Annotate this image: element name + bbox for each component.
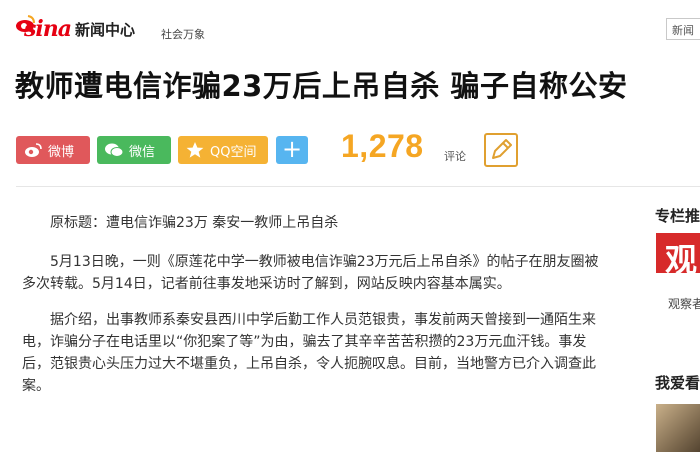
brand-subtitle: 新闻中心 [75, 21, 136, 39]
share-wechat-label: 微信 [129, 144, 156, 160]
share-qzone-button[interactable]: QQ空间 [178, 136, 268, 164]
column-logo[interactable]: 观 [656, 233, 700, 283]
site-logo[interactable]: sina 新闻中心 [14, 18, 135, 40]
top-bar: sina 新闻中心 社会万象 新闻 [0, 0, 700, 52]
divider [16, 186, 700, 187]
sidebar-favorites-title: 我爱看 [655, 374, 700, 392]
logo-band [656, 273, 700, 283]
article-paragraph-2: 据介绍，出事教师系秦安县西川中学后勤工作人员范银贵，事发前两天曾接到一通陌生来电… [22, 312, 596, 394]
article-headline: 教师遭电信诈骗23万后上吊自杀 骗子自称公安 [15, 69, 628, 103]
channel-link[interactable]: 社会万象 [161, 26, 205, 42]
share-weibo-button[interactable]: 微博 [16, 136, 90, 164]
sidebar-column-title: 专栏推荐 [655, 207, 700, 225]
weibo-icon [23, 141, 43, 159]
article-body: 原标题：遭电信诈骗23万 秦安一教师上吊自杀 5月13日晚，一则《原莲花中学一教… [22, 212, 612, 411]
more-share-button[interactable]: + [276, 136, 308, 164]
share-qzone-label: QQ空间 [210, 144, 257, 160]
share-weibo-label: 微博 [48, 144, 75, 160]
comment-count[interactable]: 1,278 [341, 128, 424, 165]
logo-text: sina [24, 16, 72, 42]
original-title: 原标题：遭电信诈骗23万 秦安一教师上吊自杀 [50, 215, 339, 231]
sidebar-thumbnail[interactable] [656, 404, 700, 452]
search-input[interactable]: 新闻 [666, 18, 700, 40]
share-wechat-button[interactable]: 微信 [97, 136, 171, 164]
wechat-icon [104, 141, 124, 159]
write-comment-button[interactable] [484, 133, 518, 167]
star-icon [185, 141, 205, 159]
comment-label[interactable]: 评论 [444, 148, 466, 164]
edit-icon [492, 139, 512, 159]
article-paragraph-1: 5月13日晚，一则《原莲花中学一教师被电信诈骗23万元后上吊自杀》的帖子在朋友圈… [22, 254, 599, 292]
column-caption[interactable]: 观察者 [668, 295, 700, 312]
